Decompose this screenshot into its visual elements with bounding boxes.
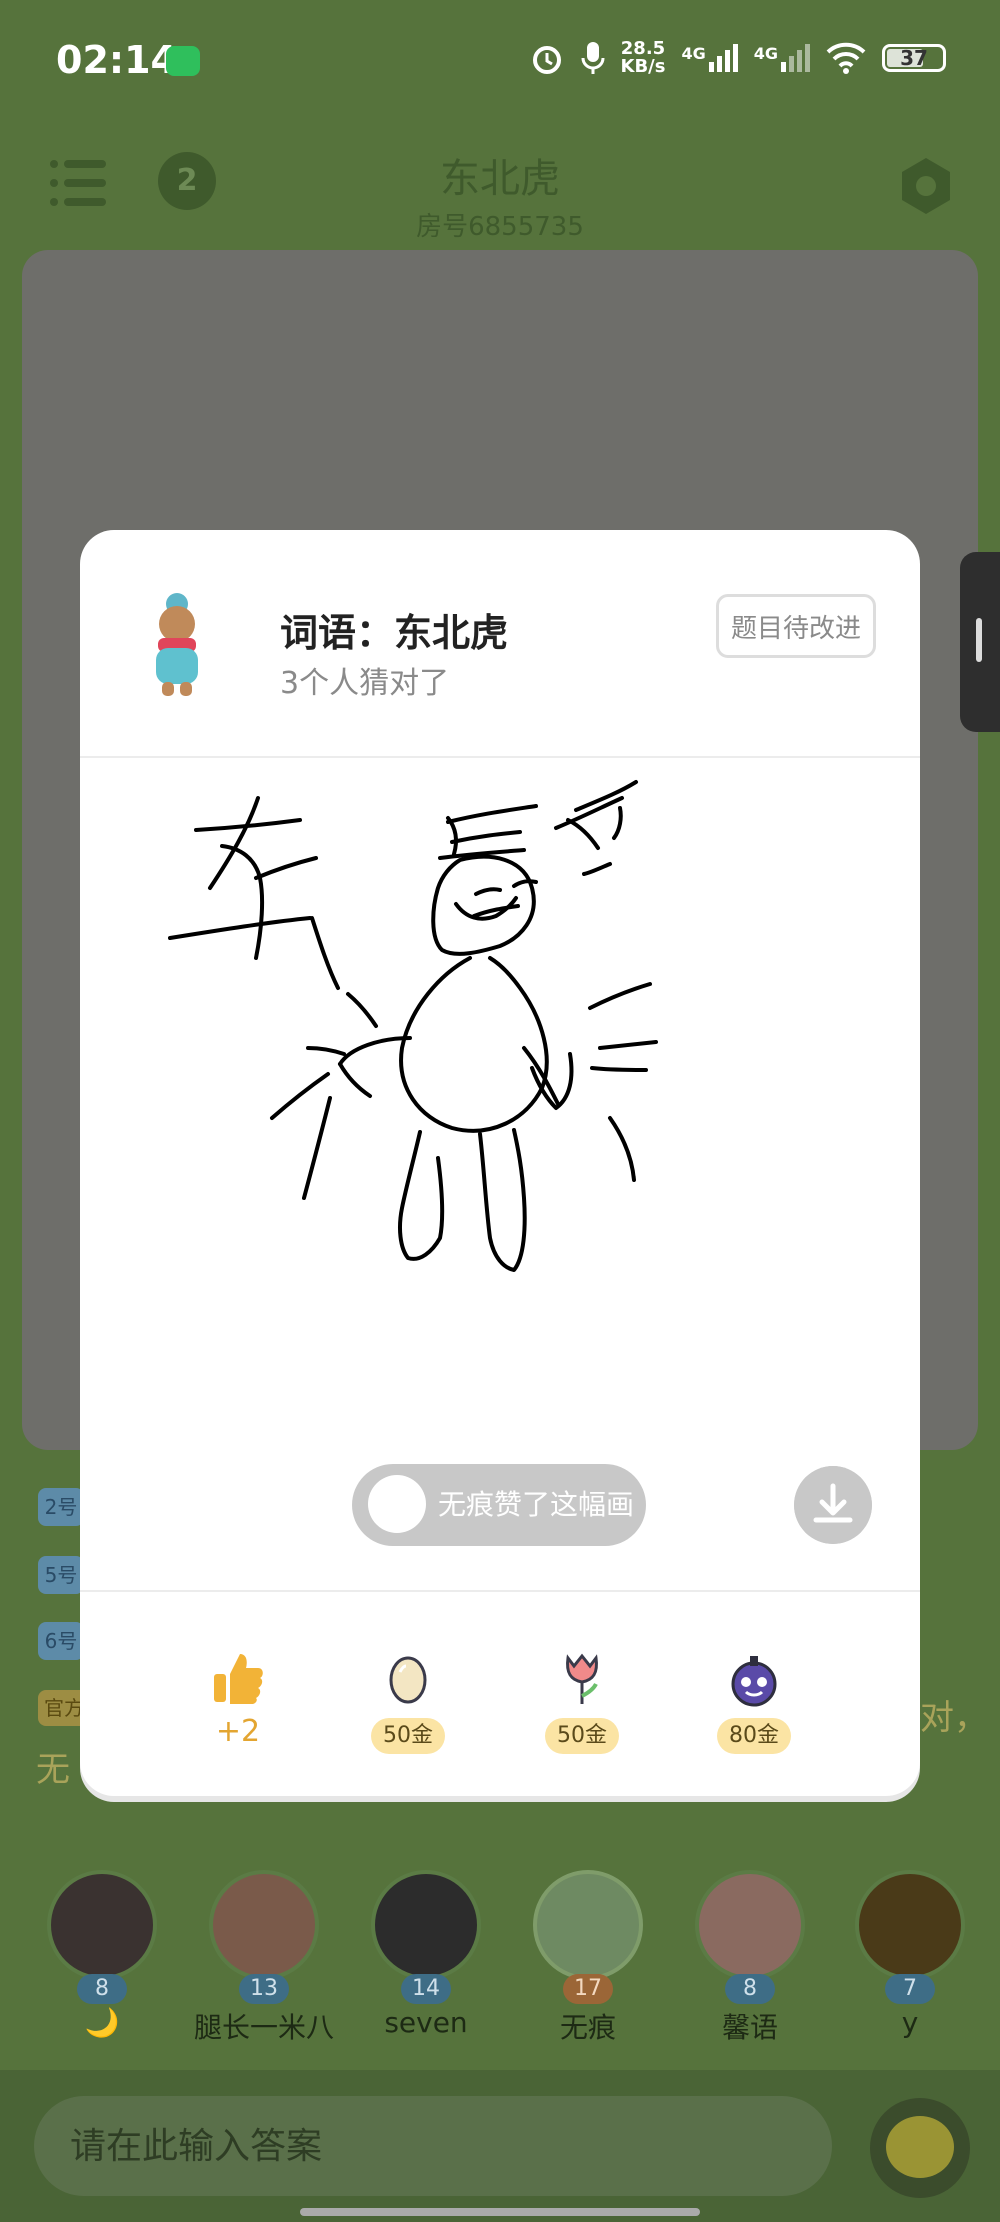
player-card[interactable]: 13 腿长一米八 xyxy=(184,1870,344,2046)
player-card[interactable]: 14 seven xyxy=(346,1870,506,2039)
avatar xyxy=(695,1870,805,1980)
home-indicator[interactable] xyxy=(300,2208,700,2216)
side-drawer-handle[interactable] xyxy=(960,552,1000,732)
bear-avatar-icon xyxy=(156,593,198,696)
liker-avatar xyxy=(368,1475,426,1533)
chat-tag: 5号 xyxy=(38,1556,84,1594)
download-icon[interactable] xyxy=(794,1466,872,1544)
like-text: 无痕赞了这幅画 xyxy=(438,1488,635,1521)
gift-egg-button[interactable]: 50金 xyxy=(348,1648,468,1754)
answer-input[interactable] xyxy=(34,2096,832,2196)
level-badge: 8 xyxy=(725,1974,775,2004)
answer-bar xyxy=(0,2070,1000,2222)
signal-icon: 4G xyxy=(681,44,738,72)
wechat-icon xyxy=(166,46,200,76)
egg-icon xyxy=(389,1656,427,1704)
thumbs-up-icon xyxy=(214,1654,263,1704)
player-name: 🌙 xyxy=(84,2006,120,2039)
flower-icon xyxy=(566,1653,598,1704)
drawing-image xyxy=(168,780,658,1272)
mic-icon xyxy=(581,42,604,74)
drawing-result-dialog: 词语：东北虎 3个人猜对了 题目待改进 无痕赞了这幅画 +2 50金 50金 8… xyxy=(80,530,920,1796)
guessed-count: 3个人猜对了 xyxy=(280,666,450,701)
net-speed: 28.5 KB/s xyxy=(621,40,666,76)
thumbs-up-button[interactable]: +2 xyxy=(178,1648,298,1749)
gift-price: 80金 xyxy=(717,1718,791,1754)
level-badge: 17 xyxy=(563,1974,613,2004)
status-icons: 28.5 KB/s 4G 4G 37 xyxy=(529,40,946,76)
clock: 02:14 xyxy=(56,38,177,82)
alarm-icon xyxy=(532,46,561,74)
battery-icon: 37 xyxy=(882,44,946,72)
player-name: 馨语 xyxy=(721,2011,778,2044)
player-card[interactable]: 17 无痕 xyxy=(508,1870,668,2046)
avatar xyxy=(371,1870,481,1980)
player-list: 8 🌙 13 腿长一米八 14 seven 17 无痕 8 馨语 7 y xyxy=(0,1870,1000,2044)
emoji-icon[interactable] xyxy=(870,2098,970,2198)
room-title: 东北虎 xyxy=(440,156,560,202)
avatar xyxy=(855,1870,965,1980)
chat-tag: 6号 xyxy=(38,1622,84,1660)
level-badge: 14 xyxy=(401,1974,451,2004)
player-card[interactable]: 7 y xyxy=(830,1870,990,2039)
player-card[interactable]: 8 🌙 xyxy=(22,1870,182,2039)
like-notice: 无痕赞了这幅画 xyxy=(352,1464,646,1546)
gift-flower-button[interactable]: 50金 xyxy=(522,1648,642,1754)
gift-price: 50金 xyxy=(545,1718,619,1754)
chat-text-fragment: 无 xyxy=(36,1750,70,1790)
signal-icon-2: 4G xyxy=(754,44,810,72)
room-number: 房号6855735 xyxy=(416,212,584,242)
battery-level: 37 xyxy=(900,46,928,70)
player-name: seven xyxy=(384,2006,468,2039)
status-bar: 02:14 28.5 KB/s 4G 4G 37 xyxy=(0,0,1000,120)
avatar xyxy=(533,1870,643,1980)
gift-bar: +2 50金 50金 80金 xyxy=(80,1590,920,1796)
level-badge: 13 xyxy=(239,1974,289,2004)
player-name: 无痕 xyxy=(559,2011,616,2044)
sim2-label: 4G xyxy=(753,44,778,63)
room-header: 2 东北虎 房号6855735 xyxy=(0,120,1000,250)
player-name: y xyxy=(901,2006,919,2039)
sim1-label: 4G xyxy=(681,44,706,63)
player-name: 腿长一米八 xyxy=(193,2011,334,2044)
settings-icon[interactable] xyxy=(896,156,956,216)
player-card[interactable]: 8 馨语 xyxy=(670,1870,830,2046)
dialog-header: 词语：东北虎 3个人猜对了 题目待改进 xyxy=(80,530,920,758)
avatar xyxy=(209,1870,319,1980)
level-badge: 8 xyxy=(77,1974,127,2004)
wifi-icon xyxy=(826,42,866,74)
chat-text-fragment: 对， xyxy=(920,1698,988,1738)
gift-price: 50金 xyxy=(371,1718,445,1754)
thumbs-up-count: +2 xyxy=(215,1714,261,1749)
avatar xyxy=(47,1870,157,1980)
level-badge: 7 xyxy=(885,1974,935,2004)
answer-word: 词语：东北虎 xyxy=(280,611,509,655)
chat-tag: 2号 xyxy=(38,1488,84,1526)
report-question-button[interactable]: 题目待改进 xyxy=(716,594,876,658)
bomb-icon xyxy=(731,1656,777,1707)
gift-bomb-button[interactable]: 80金 xyxy=(694,1648,814,1754)
net-speed-unit: KB/s xyxy=(620,56,666,77)
